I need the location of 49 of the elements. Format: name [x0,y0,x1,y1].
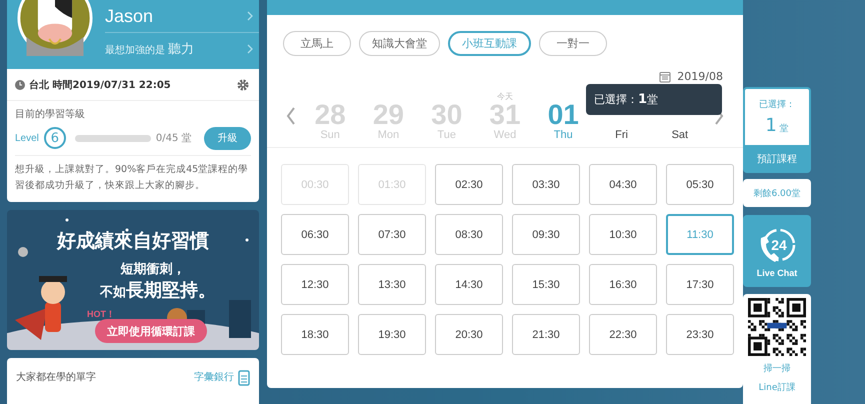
selected-label: 已選擇： [759,98,795,111]
time-slot[interactable]: 16:30 [589,264,657,305]
time-slot[interactable]: 14:30 [435,264,503,305]
remaining-credits: 剩餘6.00堂 [743,179,811,207]
scan-label: 掃一掃 [764,362,790,375]
time-slot[interactable]: 10:30 [589,214,657,255]
calendar-icon[interactable] [659,70,672,82]
time-slot[interactable]: 02:30 [435,164,503,205]
chevron-icon [247,11,253,21]
time-slot[interactable]: 20:30 [435,314,503,355]
time-slot[interactable]: 15:30 [512,264,580,305]
upgrade-note: 想升級，上課就對了。90%客戶在完成45堂課程的學習後都成功升級了，快來跟上大家的腳步。 [15,163,250,194]
qr-code-icon [748,298,806,356]
time-slot[interactable]: 06:30 [281,214,349,255]
settings-icon[interactable] [237,78,249,90]
local-time: 台北 時間2019/07/31 22:05 [29,78,171,92]
level-badge: 6 [44,127,66,149]
section-title: 大家都在學的單字 [16,370,96,384]
month-label: 2019/08 [677,70,723,83]
time-slot[interactable]: 12:30 [281,264,349,305]
time-slot[interactable]: 21:30 [512,314,580,355]
selected-count: 1 堂 [765,115,789,136]
course-type-tab[interactable]: 立馬上 [283,31,351,56]
time-slot[interactable]: 04:30 [589,164,657,205]
time-slot[interactable]: 05:30 [666,164,734,205]
level-label: Level [15,132,39,144]
time-slot[interactable]: 17:30 [666,264,734,305]
time-slot[interactable]: 22:30 [589,314,657,355]
course-type-tab[interactable]: 知識大會堂 [359,31,440,56]
level-heading: 目前的學習等級 [15,108,86,121]
time-slot[interactable]: 07:30 [358,214,426,255]
time-slot[interactable]: 13:30 [358,264,426,305]
time-slot[interactable]: 09:30 [512,214,580,255]
time-slot[interactable]: 03:30 [512,164,580,205]
time-slot[interactable]: 23:30 [666,314,734,355]
progress-count: 0/45 堂 [156,132,192,145]
banner-headline: 好成績來自好習慣 [57,229,209,254]
clock-icon [15,80,25,90]
banner-slogan: 不如長期堅持。 [100,279,216,302]
course-type-tab[interactable]: 一對一 [539,31,607,56]
document-icon [238,370,250,386]
chevron-icon [247,44,253,54]
selection-tooltip: 已選擇：1堂 [586,84,722,115]
time-slot[interactable]: 18:30 [281,314,349,355]
hot-label: HOT！ [87,308,115,322]
subscribe-button[interactable]: 立即使用循環訂課 [95,319,207,344]
time-slot[interactable]: 08:30 [435,214,503,255]
banner-slogan: 短期衝刺， [120,261,186,278]
time-slot[interactable]: 19:30 [358,314,426,355]
